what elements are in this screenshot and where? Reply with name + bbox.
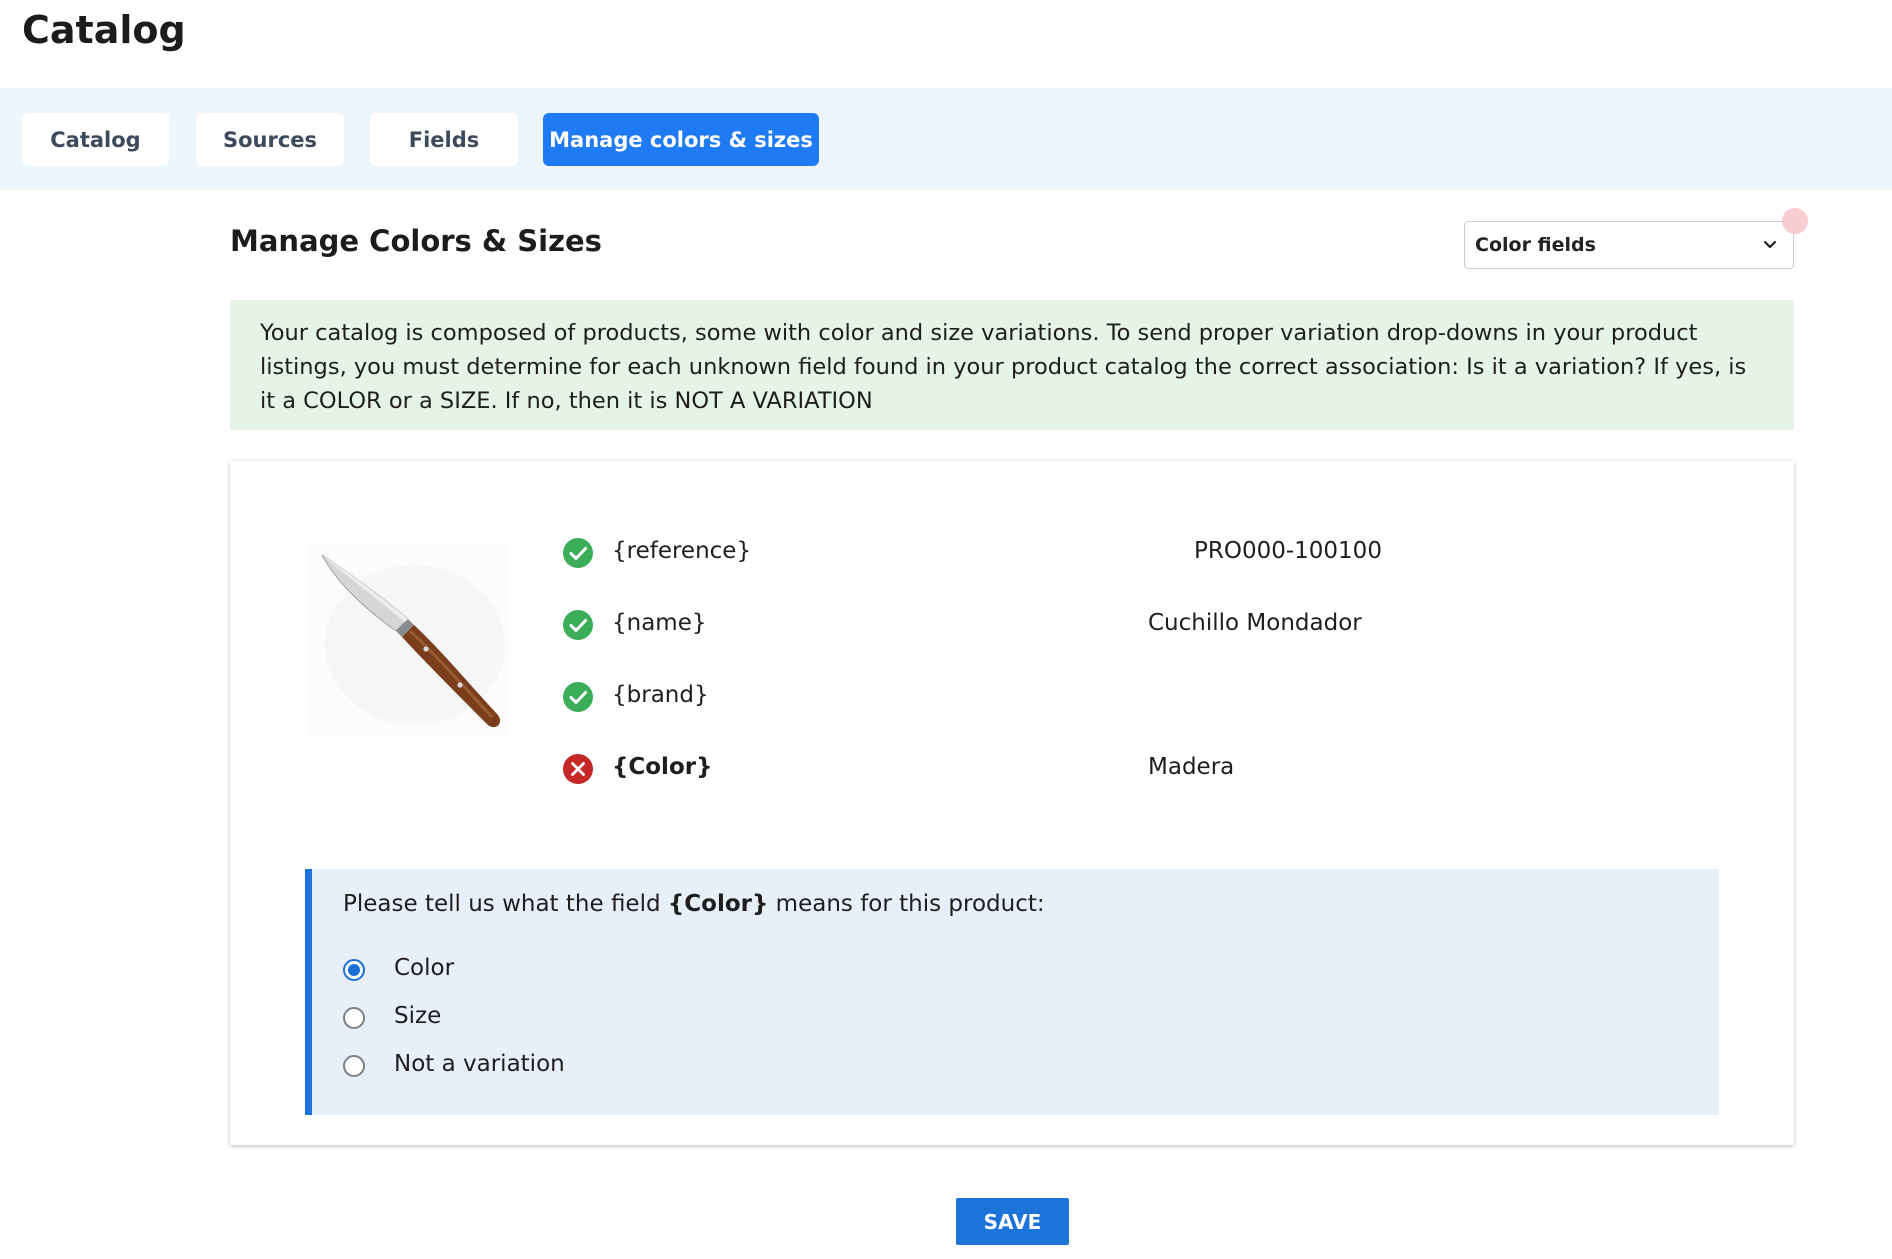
radio-size[interactable] bbox=[343, 1007, 365, 1029]
page-title: Catalog bbox=[22, 8, 186, 52]
knife-product-image bbox=[310, 545, 510, 735]
field-row-reference: {reference} PRO000-100100 bbox=[562, 533, 1662, 573]
radio-color[interactable] bbox=[343, 959, 365, 981]
field-value: Cuchillo Mondador bbox=[1148, 610, 1362, 636]
product-card: {reference} PRO000-100100 {name} Cuchill… bbox=[230, 461, 1794, 1145]
field-key: {brand} bbox=[612, 682, 709, 708]
check-circle-icon bbox=[563, 682, 593, 712]
error-circle-icon bbox=[563, 754, 593, 784]
option-color[interactable]: Color bbox=[343, 953, 943, 987]
info-text: Your catalog is composed of products, so… bbox=[260, 320, 1747, 414]
field-type-select-value: Color fields bbox=[1475, 234, 1596, 256]
save-button[interactable]: SAVE bbox=[956, 1198, 1069, 1245]
option-label: Size bbox=[394, 1003, 442, 1029]
field-value: PRO000-100100 bbox=[1194, 538, 1382, 564]
chevron-down-icon bbox=[1763, 240, 1777, 249]
tab-bar: Catalog Sources Fields Manage colors & s… bbox=[0, 88, 1892, 190]
option-not-a-variation[interactable]: Not a variation bbox=[343, 1049, 943, 1083]
field-key: {name} bbox=[612, 610, 707, 636]
question-field-name: {Color} bbox=[667, 891, 769, 917]
radio-not-a-variation[interactable] bbox=[343, 1055, 365, 1077]
tab-catalog[interactable]: Catalog bbox=[22, 113, 169, 166]
tab-fields[interactable]: Fields bbox=[370, 113, 518, 166]
section-title: Manage Colors & Sizes bbox=[230, 224, 602, 258]
tab-sources[interactable]: Sources bbox=[196, 113, 344, 166]
field-row-color: {Color} Madera bbox=[562, 749, 1662, 789]
option-label: Not a variation bbox=[394, 1051, 565, 1077]
field-type-select[interactable]: Color fields bbox=[1464, 221, 1794, 269]
check-circle-icon bbox=[563, 610, 593, 640]
option-size[interactable]: Size bbox=[343, 1001, 943, 1035]
field-row-name: {name} Cuchillo Mondador bbox=[562, 605, 1662, 645]
field-key: {reference} bbox=[612, 538, 752, 564]
variation-question-panel: Please tell us what the field {Color} me… bbox=[305, 869, 1719, 1115]
question-text: Please tell us what the field {Color} me… bbox=[343, 891, 1045, 917]
tab-manage-colors-sizes[interactable]: Manage colors & sizes bbox=[543, 113, 819, 166]
info-banner: Your catalog is composed of products, so… bbox=[230, 300, 1794, 430]
field-key: {Color} bbox=[612, 754, 713, 780]
check-circle-icon bbox=[563, 538, 593, 568]
field-value: Madera bbox=[1148, 754, 1235, 780]
option-label: Color bbox=[394, 955, 455, 981]
notification-dot bbox=[1782, 208, 1808, 234]
field-row-brand: {brand} bbox=[562, 677, 1662, 717]
